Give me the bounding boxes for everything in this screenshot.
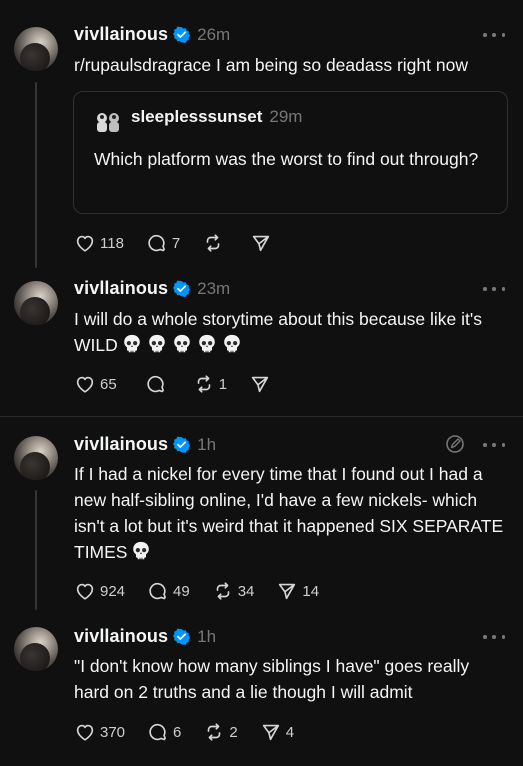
repost-button[interactable] xyxy=(202,232,228,254)
skull-icon xyxy=(196,333,218,355)
repost-icon xyxy=(197,375,211,393)
post-header: vivllainous 26m xyxy=(74,24,230,45)
repost-button[interactable]: 2 xyxy=(203,721,238,743)
timestamp: 1h xyxy=(197,434,217,454)
share-button[interactable] xyxy=(249,373,275,395)
avatar[interactable] xyxy=(14,281,58,325)
share-icon xyxy=(279,583,296,600)
verified-badge-icon xyxy=(173,280,191,297)
threads-feed: vivllainous 26m r/rupaulsdragrace I am b… xyxy=(0,0,523,766)
action-bar: 924 49 34 14 xyxy=(74,580,341,602)
quote-timestamp: 29m xyxy=(269,107,303,126)
share-count: 14 xyxy=(302,582,320,600)
skull-icon xyxy=(130,540,152,562)
reply-icon xyxy=(148,234,165,252)
like-button[interactable]: 118 xyxy=(74,232,124,254)
reply-icon xyxy=(147,375,164,393)
action-bar: 370 6 2 4 xyxy=(74,721,316,743)
post-text: I will do a whole storytime about this b… xyxy=(74,306,505,358)
quote-avatar xyxy=(94,110,122,132)
heart-icon xyxy=(76,376,94,393)
post-header: vivllainous 23m xyxy=(74,278,230,299)
like-count: 65 xyxy=(100,375,117,393)
thread-line xyxy=(35,82,37,268)
skull-icon xyxy=(146,333,168,355)
more-icon[interactable] xyxy=(483,633,505,641)
avatar[interactable] xyxy=(14,627,58,671)
quote-text: Which platform was the worst to find out… xyxy=(94,149,479,169)
username[interactable]: vivllainous xyxy=(74,24,168,45)
reply-count: 7 xyxy=(171,234,181,252)
share-icon xyxy=(262,724,279,741)
avatar[interactable] xyxy=(14,436,58,480)
avatar[interactable] xyxy=(14,27,58,71)
post-text: If I had a nickel for every time that I … xyxy=(74,461,505,565)
heart-icon xyxy=(76,583,94,600)
skull-icon xyxy=(171,333,193,355)
more-icon[interactable] xyxy=(483,31,505,39)
repost-button[interactable]: 34 xyxy=(212,580,255,602)
like-count: 924 xyxy=(100,582,126,600)
skull-icon xyxy=(221,333,243,355)
repost-count: 34 xyxy=(237,582,255,600)
divider xyxy=(0,416,523,417)
repost-count: 2 xyxy=(229,723,238,741)
reply-count: 49 xyxy=(173,582,190,600)
repost-icon xyxy=(208,723,221,741)
post-text: r/rupaulsdragrace I am being so deadass … xyxy=(74,55,468,75)
share-button[interactable]: 14 xyxy=(276,580,319,602)
verified-badge-icon xyxy=(173,628,191,645)
edit-icon[interactable] xyxy=(445,434,465,454)
reply-button[interactable]: 49 xyxy=(147,580,190,602)
thread-line xyxy=(35,490,37,610)
post-header: vivllainous 1h xyxy=(74,626,216,647)
more-icon[interactable] xyxy=(483,285,505,293)
quote-username[interactable]: sleeplesssunset xyxy=(131,107,262,127)
like-count: 118 xyxy=(100,234,124,252)
share-icon xyxy=(251,376,269,393)
repost-icon xyxy=(216,582,230,600)
quote-header: sleeplesssunset 29m xyxy=(131,107,302,127)
timestamp: 26m xyxy=(197,24,231,44)
skull-emoji-group xyxy=(118,333,243,355)
reply-button[interactable] xyxy=(145,373,171,395)
like-button[interactable]: 924 xyxy=(74,580,125,602)
repost-count: 1 xyxy=(218,375,228,393)
more-icon[interactable] xyxy=(483,441,505,449)
post-text: "I don't know how many siblings I have" … xyxy=(74,656,470,702)
like-button[interactable]: 65 xyxy=(74,373,117,395)
action-bar: 118 7 xyxy=(74,232,298,254)
username[interactable]: vivllainous xyxy=(74,434,168,455)
share-count: 4 xyxy=(285,723,295,741)
reply-button[interactable]: 7 xyxy=(146,232,180,254)
skull-icon xyxy=(121,333,143,355)
timestamp: 1h xyxy=(197,626,217,646)
skull-emoji-group xyxy=(127,540,152,562)
repost-icon xyxy=(206,234,220,252)
reply-button[interactable]: 6 xyxy=(147,721,181,743)
heart-icon xyxy=(76,724,94,741)
timestamp: 23m xyxy=(197,278,231,298)
like-count: 370 xyxy=(100,723,126,741)
reply-icon xyxy=(149,582,167,600)
reply-icon xyxy=(149,723,167,741)
like-button[interactable]: 370 xyxy=(74,721,125,743)
share-button[interactable] xyxy=(250,232,276,254)
share-button[interactable]: 4 xyxy=(260,721,294,743)
verified-badge-icon xyxy=(173,436,191,453)
reply-count: 6 xyxy=(173,723,182,741)
action-bar: 65 1 xyxy=(74,373,297,395)
username[interactable]: vivllainous xyxy=(74,626,168,647)
verified-badge-icon xyxy=(173,26,191,43)
username[interactable]: vivllainous xyxy=(74,278,168,299)
heart-icon xyxy=(76,235,94,252)
quoted-post[interactable]: sleeplesssunset 29m Which platform was t… xyxy=(73,91,508,214)
post-header: vivllainous 1h xyxy=(74,434,216,455)
repost-button[interactable]: 1 xyxy=(193,373,227,395)
share-icon xyxy=(253,235,270,252)
